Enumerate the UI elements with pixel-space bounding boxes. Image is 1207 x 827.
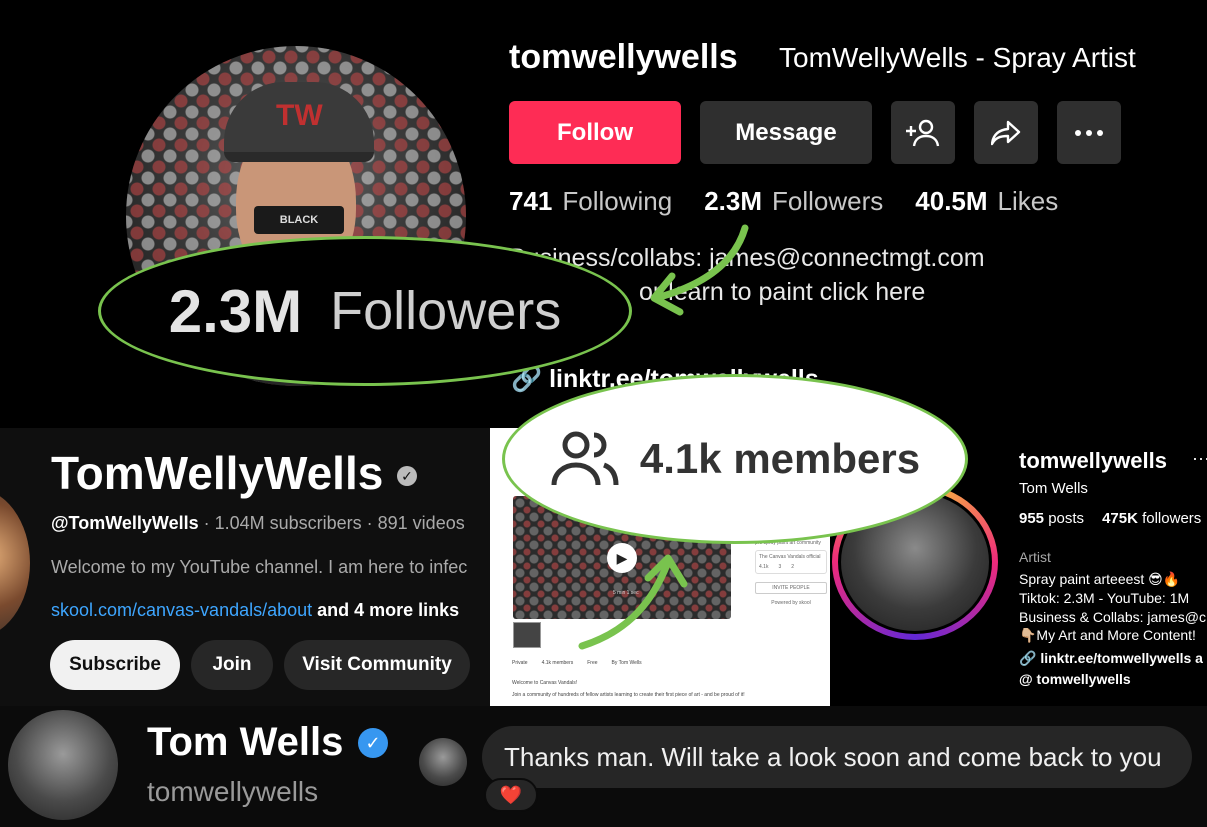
share-icon (991, 120, 1021, 145)
instagram-category: Artist (1019, 549, 1051, 565)
more-dots-icon (1075, 129, 1103, 136)
bio-line: Business & Collabs: james@c (1019, 609, 1206, 625)
stat-followers[interactable]: 2.3M Followers (704, 186, 883, 217)
verified-badge-icon: ✓ (358, 728, 388, 758)
tiktok-username: tomwellywells (509, 38, 738, 76)
add-user-icon (906, 119, 940, 146)
welcome-text: Welcome to Canvas Vandals! (512, 680, 578, 686)
threads-link[interactable]: @ tomwellywells (1019, 671, 1131, 687)
tiktok-stats: 741 Following 2.3M Followers 40.5M Likes (509, 186, 1058, 217)
join-description: Join a community of hundreds of fellow a… (512, 692, 745, 698)
community-info-row: Private 4.1k members Free By Tom Wells (512, 660, 642, 666)
cap-logo: TW (276, 99, 323, 132)
add-friend-button[interactable] (891, 101, 955, 164)
message-bubble[interactable]: Thanks man. Will take a look soon and co… (482, 726, 1192, 788)
sender-avatar[interactable] (419, 738, 467, 786)
direct-message-panel: Tom Wells ✓ tomwellywells Thanks man. Wi… (0, 706, 1207, 827)
message-button[interactable]: Message (700, 101, 872, 164)
sidebar-count: 2 (791, 564, 795, 570)
more-options-button[interactable] (1057, 101, 1121, 164)
instagram-link[interactable]: 🔗 linktr.ee/tomwellywells a (1019, 650, 1203, 667)
channel-links[interactable]: skool.com/canvas-vandals/about and 4 mor… (51, 600, 459, 621)
channel-description[interactable]: Welcome to my YouTube channel. I am here… (51, 557, 467, 578)
chat-profile-avatar[interactable] (8, 710, 118, 820)
video-duration: 5 min 1 sec (613, 590, 639, 596)
channel-meta: @TomWellyWells · 1.04M subscribers · 891… (51, 513, 465, 533)
chat-profile-handle: tomwellywells (147, 776, 319, 807)
stat-posts: 955 posts (1019, 510, 1085, 527)
heart-reaction-icon[interactable]: ❤️ (484, 778, 538, 812)
tiktok-profile-panel: TW BLACK tomwellywells TomWellyWells - S… (0, 0, 1207, 428)
visit-community-button[interactable]: Visit Community (284, 640, 470, 690)
info-members: 4.1k members (541, 660, 574, 666)
info-owner: By Tom Wells (611, 660, 642, 666)
follow-button[interactable]: Follow (509, 101, 681, 164)
threads-icon: @ (1019, 671, 1033, 687)
youtube-avatar[interactable] (0, 488, 30, 638)
members-icon (551, 431, 619, 486)
more-options-icon[interactable]: ··· (1192, 448, 1207, 469)
powered-by: Powered by skool (771, 600, 811, 606)
sidebar-box: The Canvas Vandals official 4.1k 3 2 (755, 550, 827, 574)
instagram-stats: 955 posts 475K followers (1019, 510, 1201, 527)
play-icon[interactable]: ▶ (607, 543, 637, 573)
bio-line: 👇🏼My Art and More Content! (1019, 627, 1196, 643)
stat-likes: 40.5M Likes (915, 186, 1059, 216)
verified-check-icon: ✓ (397, 466, 417, 486)
sidebar-subtitle: The Canvas Vandals official (759, 554, 821, 560)
join-button[interactable]: Join (191, 640, 273, 690)
channel-name: TomWellyWells (51, 447, 384, 499)
subscribe-button[interactable]: Subscribe (50, 640, 180, 690)
bio-line: Spray paint arteeest 😎🔥 (1019, 571, 1181, 587)
share-button[interactable] (974, 101, 1038, 164)
community-sidebar: pro spray paint art community The Canvas… (755, 540, 827, 670)
sidebar-count: 4.1k (759, 564, 769, 570)
sidebar-count: 3 (778, 564, 782, 570)
info-private: Private (512, 660, 528, 666)
youtube-channel-panel: TomWellyWells ✓ @TomWellyWells · 1.04M s… (0, 428, 490, 706)
instagram-username: tomwellywells (1019, 448, 1167, 473)
stat-followers[interactable]: 475K followers (1102, 510, 1201, 527)
instagram-full-name: Tom Wells (1019, 480, 1088, 497)
tiktok-nickname: TomWellyWells - Spray Artist (779, 42, 1136, 73)
info-free: Free (587, 660, 598, 666)
followers-zoom-callout: 2.3M Followers (98, 236, 632, 386)
spray-can: BLACK (254, 206, 344, 234)
chat-profile-name: Tom Wells (147, 720, 344, 764)
members-zoom-callout: 4.1k members (502, 374, 968, 544)
link-icon: 🔗 (1019, 650, 1037, 666)
stat-following[interactable]: 741 Following (509, 186, 672, 217)
bio-line: Tiktok: 2.3M - YouTube: 1M (1019, 590, 1190, 606)
video-thumbnail[interactable] (513, 622, 541, 648)
invite-people-button[interactable]: INVITE PEOPLE (755, 582, 827, 594)
